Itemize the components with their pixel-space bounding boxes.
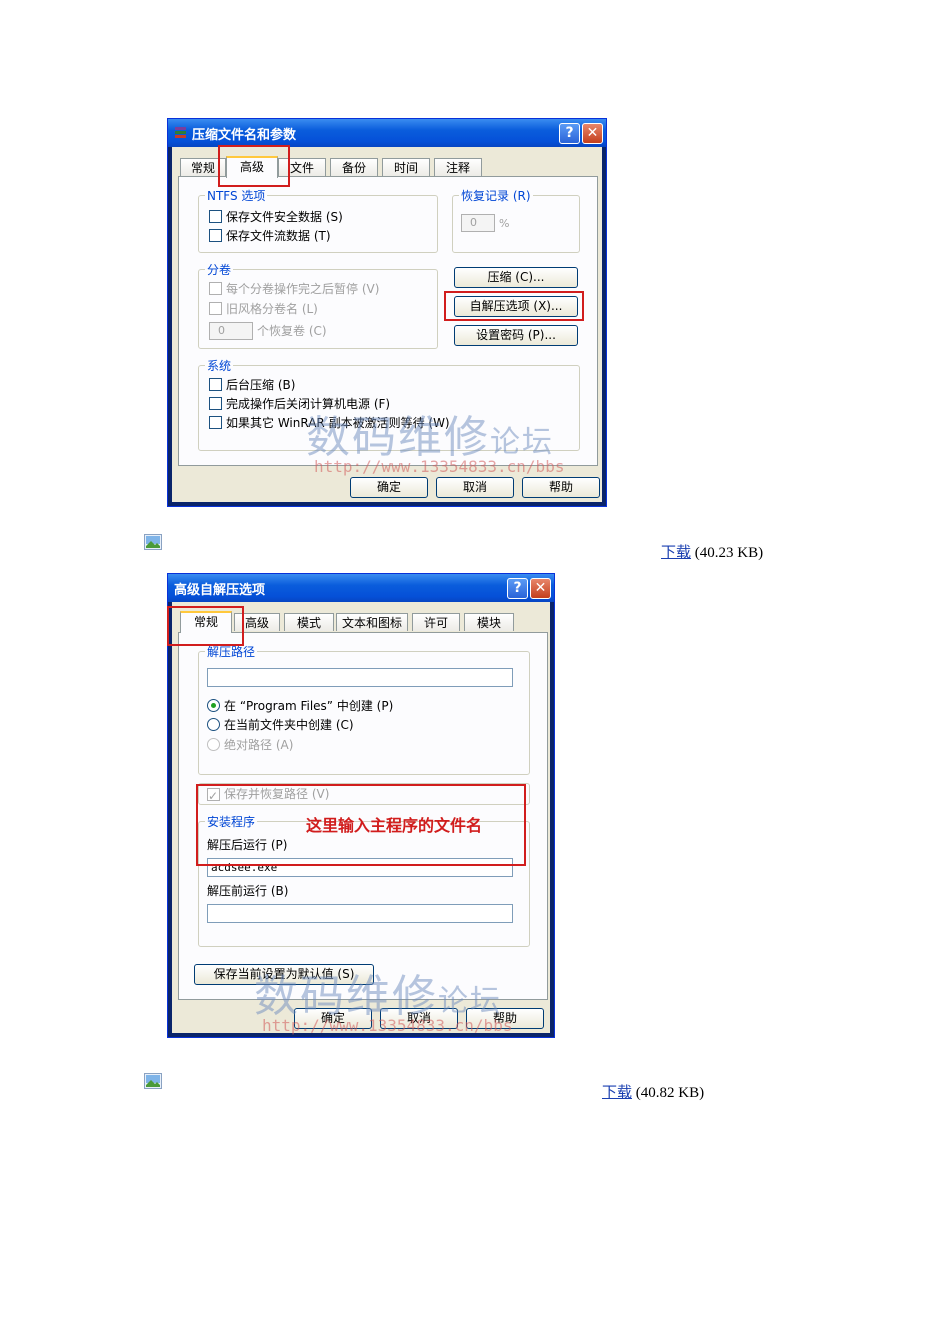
save-streams-checkbox[interactable]: 保存文件流数据 (T)	[209, 229, 331, 243]
ok-button[interactable]: 确定	[350, 477, 428, 498]
file-size-1: (40.23 KB)	[694, 545, 764, 561]
help-icon[interactable]: ?	[507, 578, 528, 599]
ntfs-label: NTFS 选项	[205, 187, 268, 204]
attachment-2: 下载 (40.82 KB)	[602, 1081, 704, 1102]
recovery-volumes-spinner[interactable]: 0	[209, 322, 253, 340]
title-bar: 压缩文件名和参数 ? ✕	[168, 119, 606, 147]
radio-program-files[interactable]: 在 “Program Files” 中创建 (P)	[207, 699, 393, 713]
ntfs-group: NTFS 选项 保存文件安全数据 (S) 保存文件流数据 (T)	[198, 187, 438, 253]
set-password-button[interactable]: 设置密码 (P)...	[454, 325, 578, 346]
image-icon	[144, 534, 162, 550]
winrar-icon	[175, 127, 186, 138]
compress-button[interactable]: 压缩 (C)...	[454, 267, 578, 288]
tab-license[interactable]: 许可	[412, 613, 460, 631]
download-link-1[interactable]: 下载	[661, 545, 691, 561]
volume-label: 分卷	[205, 261, 234, 278]
tab-backup[interactable]: 备份	[330, 158, 378, 176]
title-bar: 高级自解压选项 ? ✕	[168, 574, 554, 602]
image-icon	[144, 1073, 162, 1089]
extract-path-input[interactable]	[207, 668, 513, 687]
percent-unit: %	[499, 217, 510, 230]
run-before-input[interactable]	[207, 904, 513, 923]
recovery-volumes-label: 个恢复卷 (C)	[257, 324, 327, 338]
highlight-general-tab	[167, 606, 244, 646]
dialog-title: 高级自解压选项	[174, 583, 266, 598]
watermark-url: http://www.13354833.cn/bbs	[262, 1016, 513, 1035]
volume-group: 分卷 每个分卷操作完之后暂停 (V) 旧风格分卷名 (L) 0 个恢复卷 (C)	[198, 261, 438, 349]
watermark-url: http://www.13354833.cn/bbs	[314, 457, 565, 476]
radio-absolute-path[interactable]: 绝对路径 (A)	[207, 738, 293, 752]
download-link-2[interactable]: 下载	[602, 1085, 632, 1101]
tab-mode[interactable]: 模式	[284, 613, 334, 631]
radio-current-folder[interactable]: 在当前文件夹中创建 (C)	[207, 718, 354, 732]
highlight-sfx-options	[444, 291, 584, 321]
recovery-group: 恢复记录 (R) 0 %	[452, 187, 580, 253]
old-style-names-checkbox[interactable]: 旧风格分卷名 (L)	[209, 302, 318, 316]
annotation-text: 这里输入主程序的文件名	[306, 816, 483, 835]
help-icon[interactable]: ?	[559, 123, 580, 144]
close-icon[interactable]: ✕	[530, 578, 551, 599]
recovery-spinner[interactable]: 0	[461, 214, 495, 232]
highlight-advanced-tab	[218, 145, 290, 187]
watermark-logo: 数码维修论坛	[306, 412, 554, 463]
run-before-label: 解压前运行 (B)	[207, 884, 289, 898]
pause-after-volume-checkbox[interactable]: 每个分卷操作完之后暂停 (V)	[209, 282, 379, 296]
cancel-button[interactable]: 取消	[436, 477, 514, 498]
dialog-body: 常规 高级 文件 备份 时间 注释 NTFS 选项 保存文件安全数据 (S) 保…	[172, 147, 602, 502]
close-icon[interactable]: ✕	[582, 123, 603, 144]
system-label: 系统	[205, 357, 234, 374]
help-button[interactable]: 帮助	[522, 477, 600, 498]
tab-time[interactable]: 时间	[382, 158, 430, 176]
extract-path-group: 解压路径 在 “Program Files” 中创建 (P) 在当前文件夹中创建…	[198, 643, 530, 775]
tab-text-icon[interactable]: 文本和图标	[336, 613, 408, 631]
save-security-checkbox[interactable]: 保存文件安全数据 (S)	[209, 210, 343, 224]
recovery-label: 恢复记录 (R)	[459, 187, 533, 204]
file-size-2: (40.82 KB)	[635, 1085, 705, 1101]
watermark-logo: 数码维修论坛	[254, 971, 502, 1022]
tab-comment[interactable]: 注释	[434, 158, 482, 176]
background-compress-checkbox[interactable]: 后台压缩 (B)	[209, 378, 295, 392]
tab-modules[interactable]: 模块	[464, 613, 514, 631]
dialog-title: 压缩文件名和参数	[192, 128, 297, 143]
attachment-1: 下载 (40.23 KB)	[661, 541, 763, 562]
